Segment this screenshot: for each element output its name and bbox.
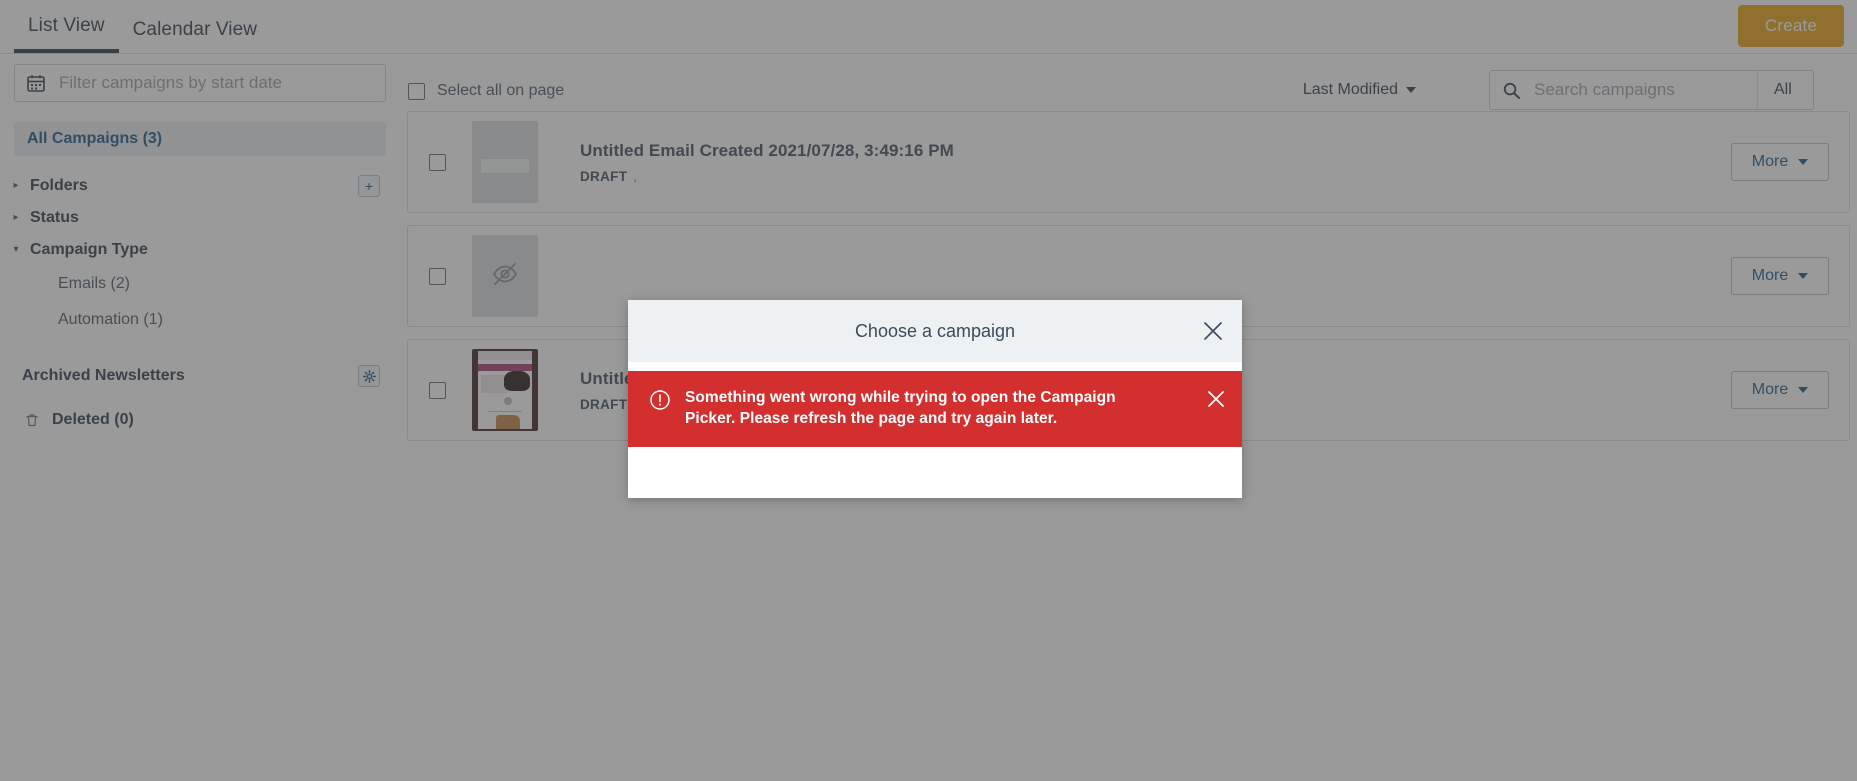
- choose-campaign-modal: Choose a campaign Something went wrong w…: [628, 300, 1242, 498]
- error-message: Something went wrong while trying to ope…: [685, 389, 1116, 427]
- modal-title: Choose a campaign: [854, 320, 1016, 341]
- alert-icon: [649, 389, 671, 411]
- campaign-manager-page: List View Calendar View Create F: [0, 0, 1857, 781]
- close-icon[interactable]: [1200, 318, 1226, 344]
- modal-header: Choose a campaign: [628, 300, 1242, 362]
- error-banner: Something went wrong while trying to ope…: [628, 371, 1242, 447]
- dismiss-error-icon[interactable]: [1204, 387, 1228, 411]
